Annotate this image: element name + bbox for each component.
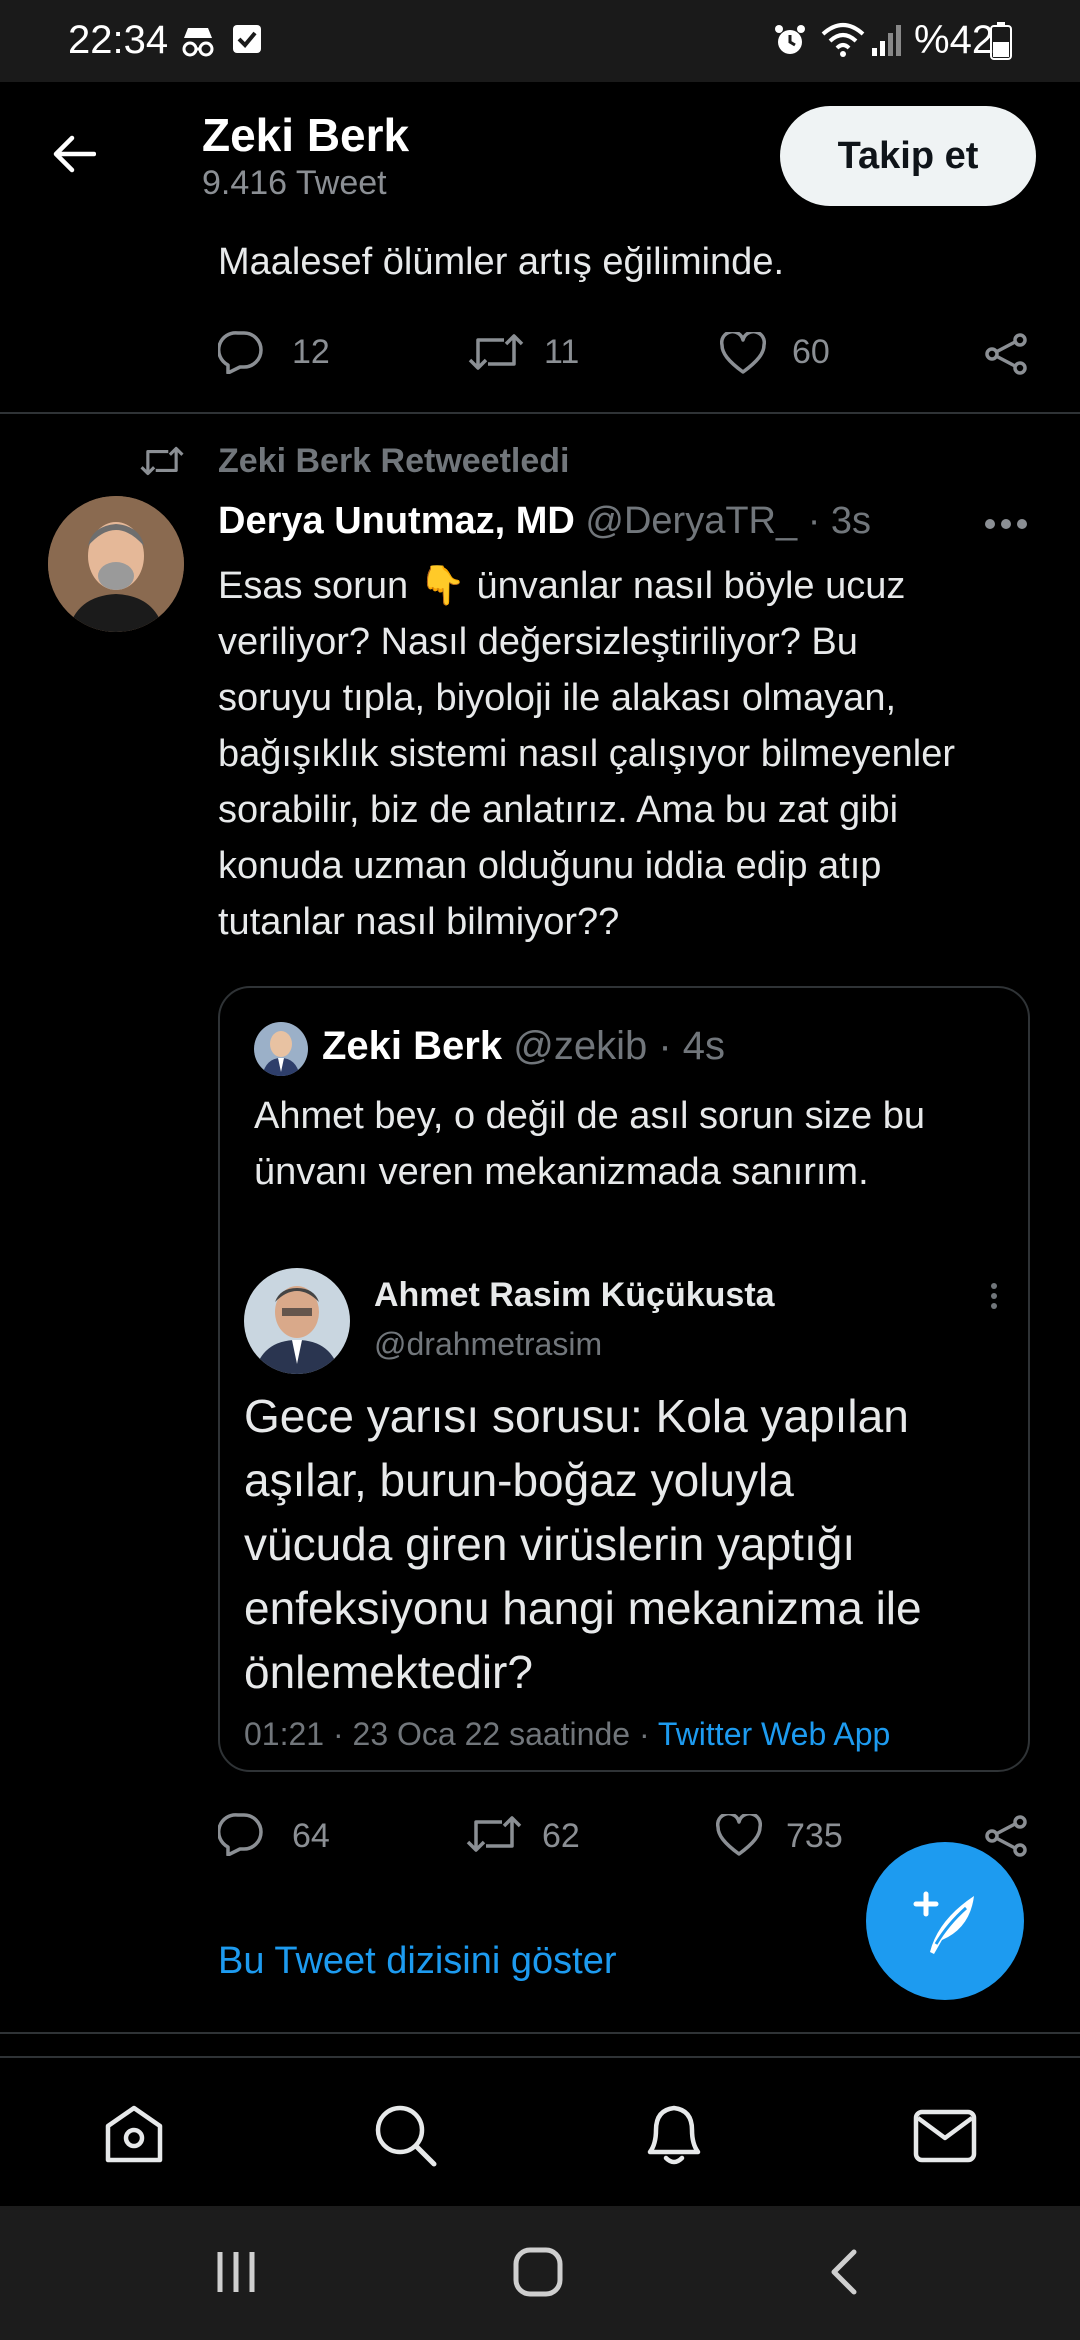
profile-name: Zeki Berk [202,109,410,161]
embed-source: Twitter Web App [657,1716,891,1752]
embed-more-icon [990,1282,998,1310]
tweet-body: Esas sorun 👇 ünvanlar nasıl böyle ucuz v… [218,558,1038,950]
quote-author-name: Zeki Berk [322,1024,503,1068]
avatar[interactable] [48,496,184,632]
embed-line: önlemektedir? [244,1646,533,1698]
quote-author-line: Zeki Berk @zekib · 4s [322,1024,725,1069]
embed-author-name: Ahmet Rasim Küçükusta [374,1276,775,1314]
tweet-line: konuda uzman olduğunu iddia edip atıp [218,845,882,887]
compose-icon [908,1884,984,1960]
quote-avatar [254,1022,308,1076]
author-name[interactable]: Derya Unutmaz, MD [218,500,575,542]
alarm-icon [772,22,808,58]
back-button-icon[interactable] [826,2248,862,2296]
embed-timestamp: 01:21 · 23 Oca 22 saatinde · [244,1716,658,1752]
tweet-time: · 3s [807,500,872,542]
prev-tweet-text: Maalesef ölümler artış eğiliminde. [218,241,785,283]
more-icon[interactable] [984,518,1028,530]
quote-line: Ahmet bey, o değil de asıl sorun size bu [254,1095,926,1137]
share-icon[interactable] [984,332,1028,376]
reply-count: 64 [292,1817,330,1855]
home-button-icon[interactable] [512,2246,564,2298]
retweet-indicator-icon [140,444,184,478]
tweet-line: Esas sorun 👇 ünvanlar nasıl böyle ucuz [218,565,906,607]
battery-percent: %42 [914,18,995,62]
reply-icon[interactable] [218,1812,264,1856]
tweet-line: bağışıklık sistemi nasıl çalışıyor bilme… [218,733,956,775]
prev-retweet-count: 11 [544,333,580,371]
show-thread-link[interactable]: Bu Tweet dizisini göster [218,1940,617,1983]
retweet-count: 62 [542,1817,580,1855]
like-icon[interactable] [720,332,766,374]
search-icon[interactable] [372,2102,438,2168]
share-icon[interactable] [984,1814,1028,1858]
compose-button[interactable] [866,1842,1024,2000]
quote-body: Ahmet bey, o değil de asıl sorun size bu… [254,1088,1014,1200]
tweet-line: soruyu tıpla, biyoloji ile alakası olmay… [218,677,897,719]
embed-line: enfeksiyonu hangi mekanizma ile [244,1582,922,1634]
prev-reply-count: 12 [292,333,330,371]
embed-avatar [244,1268,350,1374]
recent-apps-icon[interactable] [212,2248,260,2296]
follow-button[interactable]: Takip et [780,106,1036,206]
retweet-icon[interactable] [466,1814,522,1854]
embed-author-handle: @drahmetrasim [374,1326,603,1362]
home-icon[interactable] [102,2104,166,2164]
quote-author-handle: @zekib [513,1024,648,1068]
tweet-line: veriliyor? Nasıl değersizleştiriliyor? B… [218,621,858,663]
tweet-count: 9.416 Tweet [202,164,387,202]
like-icon[interactable] [716,1814,762,1856]
embed-line: vücuda giren virüslerin yaptığı [244,1518,856,1570]
embed-line: Gece yarısı sorusu: Kola yapılan [244,1390,909,1442]
embed-body: Gece yarısı sorusu: Kola yapılan aşılar,… [244,1384,1014,1704]
embed-meta: 01:21 · 23 Oca 22 saatinde · Twitter Web… [244,1716,890,1753]
retweeted-by: Zeki Berk Retweetledi [218,442,570,480]
signal-icon [870,22,904,58]
retweet-icon[interactable] [468,332,524,372]
quote-line: ünvanı veren mekanizmada sanırım. [254,1151,869,1193]
reply-icon[interactable] [218,330,264,374]
quote-time: · 4s [658,1024,726,1068]
tweet-line: sorabilir, biz de anlatırız. Ama bu zat … [218,789,899,831]
tweet-line: tutanlar nasıl bilmiyor?? [218,901,620,943]
status-time: 22:34 [68,18,169,62]
like-count: 735 [786,1817,843,1855]
tweet-author-line: Derya Unutmaz, MD @DeryaTR_ · 3s [218,500,871,543]
battery-icon [990,22,1012,60]
checkbox-notification-icon [232,24,262,54]
messages-icon[interactable] [912,2108,978,2164]
wifi-icon [820,22,866,58]
embed-line: aşılar, burun-boğaz yoluyla [244,1454,794,1506]
tweet-divider [0,412,1080,414]
notifications-icon[interactable] [642,2100,706,2168]
incognito-icon [178,24,218,58]
author-handle[interactable]: @DeryaTR_ [585,500,797,542]
back-arrow-icon[interactable] [50,134,96,174]
prev-like-count: 60 [792,333,830,371]
tweet-divider [0,2032,1080,2034]
